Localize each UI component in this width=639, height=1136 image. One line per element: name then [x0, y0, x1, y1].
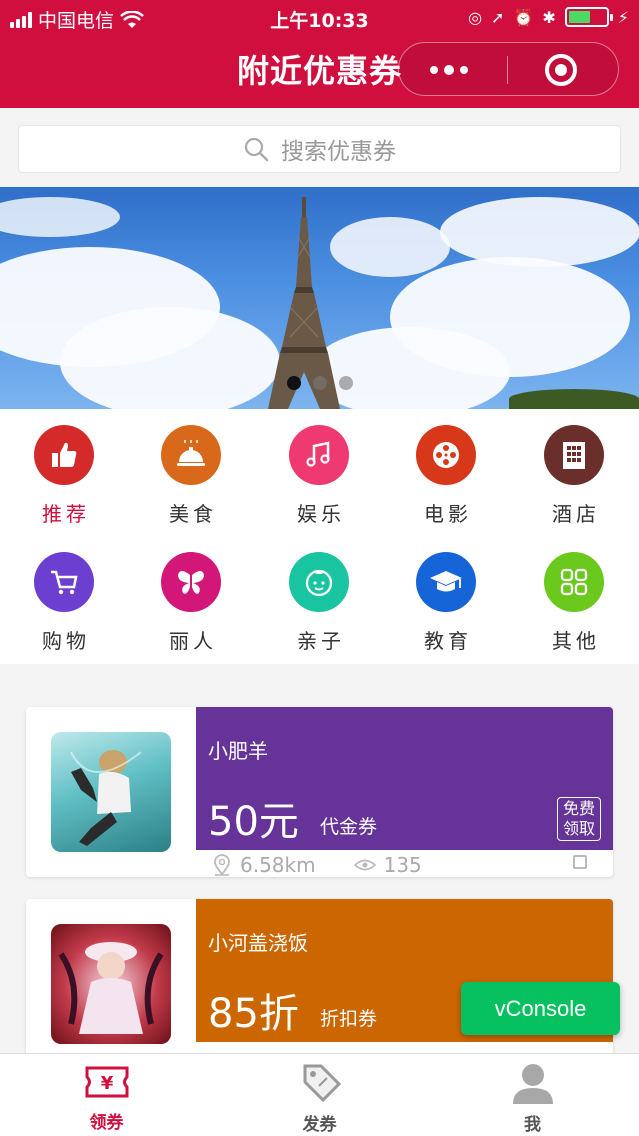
search-icon: [244, 137, 269, 162]
coupon-card[interactable]: 小肥羊 50元 代金券 免费 领取 6.58km 135: [26, 707, 613, 877]
category-grid: 推荐 美食 娱乐 电影 酒店 购物 丽人 亲子 教育 其他: [0, 409, 639, 664]
bottom-tab-bar: ¥ 领券 发券 我: [0, 1053, 639, 1136]
badge-line: 领取: [562, 819, 595, 838]
user-avatar-icon: [512, 1064, 553, 1104]
share-icon[interactable]: [573, 855, 587, 869]
shop-name: 小肥羊: [208, 739, 268, 763]
coupon-amount: 50元: [208, 799, 299, 845]
category-label: 丽人: [169, 629, 217, 653]
free-claim-button[interactable]: 免费 领取: [557, 797, 601, 841]
category-hotel[interactable]: 酒店: [514, 425, 634, 527]
tab-me[interactable]: 我: [426, 1054, 639, 1136]
music-note-icon: [289, 425, 349, 485]
category-label: 推荐: [42, 502, 90, 526]
views-count: 135: [383, 853, 422, 877]
category-label: 教育: [424, 629, 472, 653]
tab-claim-coupons[interactable]: ¥ 领券: [0, 1054, 213, 1136]
tab-issue-coupons[interactable]: 发券: [213, 1054, 426, 1136]
category-parenting[interactable]: 亲子: [259, 552, 379, 654]
category-shopping[interactable]: 购物: [4, 552, 124, 654]
graduation-cap-icon: [416, 552, 476, 612]
badge-line: 免费: [562, 799, 595, 818]
category-label: 其他: [552, 629, 600, 653]
film-reel-icon: [416, 425, 476, 485]
search-input[interactable]: 搜索优惠券: [18, 125, 621, 173]
category-beauty[interactable]: 丽人: [131, 552, 251, 654]
battery-icon: [564, 7, 613, 27]
carousel-indicator: [0, 376, 639, 390]
tab-label: 领券: [89, 1113, 124, 1133]
search-placeholder: 搜索优惠券: [281, 139, 396, 165]
carousel-dot[interactable]: [312, 376, 327, 390]
category-label: 亲子: [297, 629, 345, 653]
target-circle-icon[interactable]: [545, 54, 577, 86]
bluetooth-icon: ✱: [542, 7, 556, 27]
category-label: 美食: [169, 502, 217, 526]
category-entertainment[interactable]: 娱乐: [259, 425, 379, 527]
category-label: 酒店: [552, 502, 600, 526]
coupon-yen-icon: ¥: [85, 1066, 128, 1098]
capsule-divider: [507, 56, 508, 84]
top-bar: 中国电信 上午10:33 ◎ ➚ ⏰ ✱ ⚡ 附近优惠券: [0, 0, 639, 108]
category-other[interactable]: 其他: [514, 552, 634, 654]
thumbs-up-icon: [34, 425, 94, 485]
coupon-type: 代金券: [320, 816, 378, 838]
vconsole-button[interactable]: vConsole: [461, 982, 620, 1035]
category-movie[interactable]: 电影: [386, 425, 506, 527]
more-dots-icon[interactable]: [421, 56, 476, 84]
shop-thumbnail: [51, 924, 171, 1044]
hotel-building-icon: [544, 425, 604, 485]
coupon-type: 折扣券: [320, 1008, 378, 1030]
carousel-dot[interactable]: [338, 376, 353, 390]
mini-program-capsule: [398, 42, 619, 96]
category-label: 娱乐: [297, 502, 345, 526]
shopping-cart-icon: [34, 552, 94, 612]
coupon-amount: 85折: [208, 991, 299, 1037]
grid-icon: [544, 552, 604, 612]
shop-thumbnail: [51, 732, 171, 852]
rotation-lock-icon: ◎: [468, 7, 483, 27]
coupon-meta: 6.58km 135: [212, 853, 422, 877]
distance-text: 6.58km: [240, 853, 316, 877]
tab-label: 我: [524, 1115, 541, 1135]
baby-face-icon: [289, 552, 349, 612]
location-pin-icon: [214, 854, 230, 876]
category-label: 电影: [424, 502, 472, 526]
category-recommend[interactable]: 推荐: [4, 425, 124, 527]
food-cloche-icon: [161, 425, 221, 485]
eye-icon: [353, 859, 376, 871]
category-food[interactable]: 美食: [131, 425, 251, 527]
carousel-dot[interactable]: [286, 376, 301, 390]
coupon-panel: 小肥羊 50元 代金券 免费 领取: [196, 707, 613, 850]
status-bar: 中国电信 上午10:33 ◎ ➚ ⏰ ✱ ⚡: [0, 0, 639, 36]
alarm-icon: ⏰: [513, 7, 534, 27]
price-tag-icon: [303, 1064, 341, 1103]
shop-name: 小河盖浇饭: [208, 931, 308, 955]
category-education[interactable]: 教育: [386, 552, 506, 654]
tab-label: 发券: [302, 1115, 337, 1135]
banner-carousel[interactable]: [0, 187, 639, 409]
butterfly-icon: [161, 552, 221, 612]
category-label: 购物: [42, 629, 90, 653]
charging-icon: ⚡: [617, 7, 629, 27]
location-arrow-icon: ➚: [491, 7, 505, 27]
svg-text:¥: ¥: [100, 1073, 113, 1094]
